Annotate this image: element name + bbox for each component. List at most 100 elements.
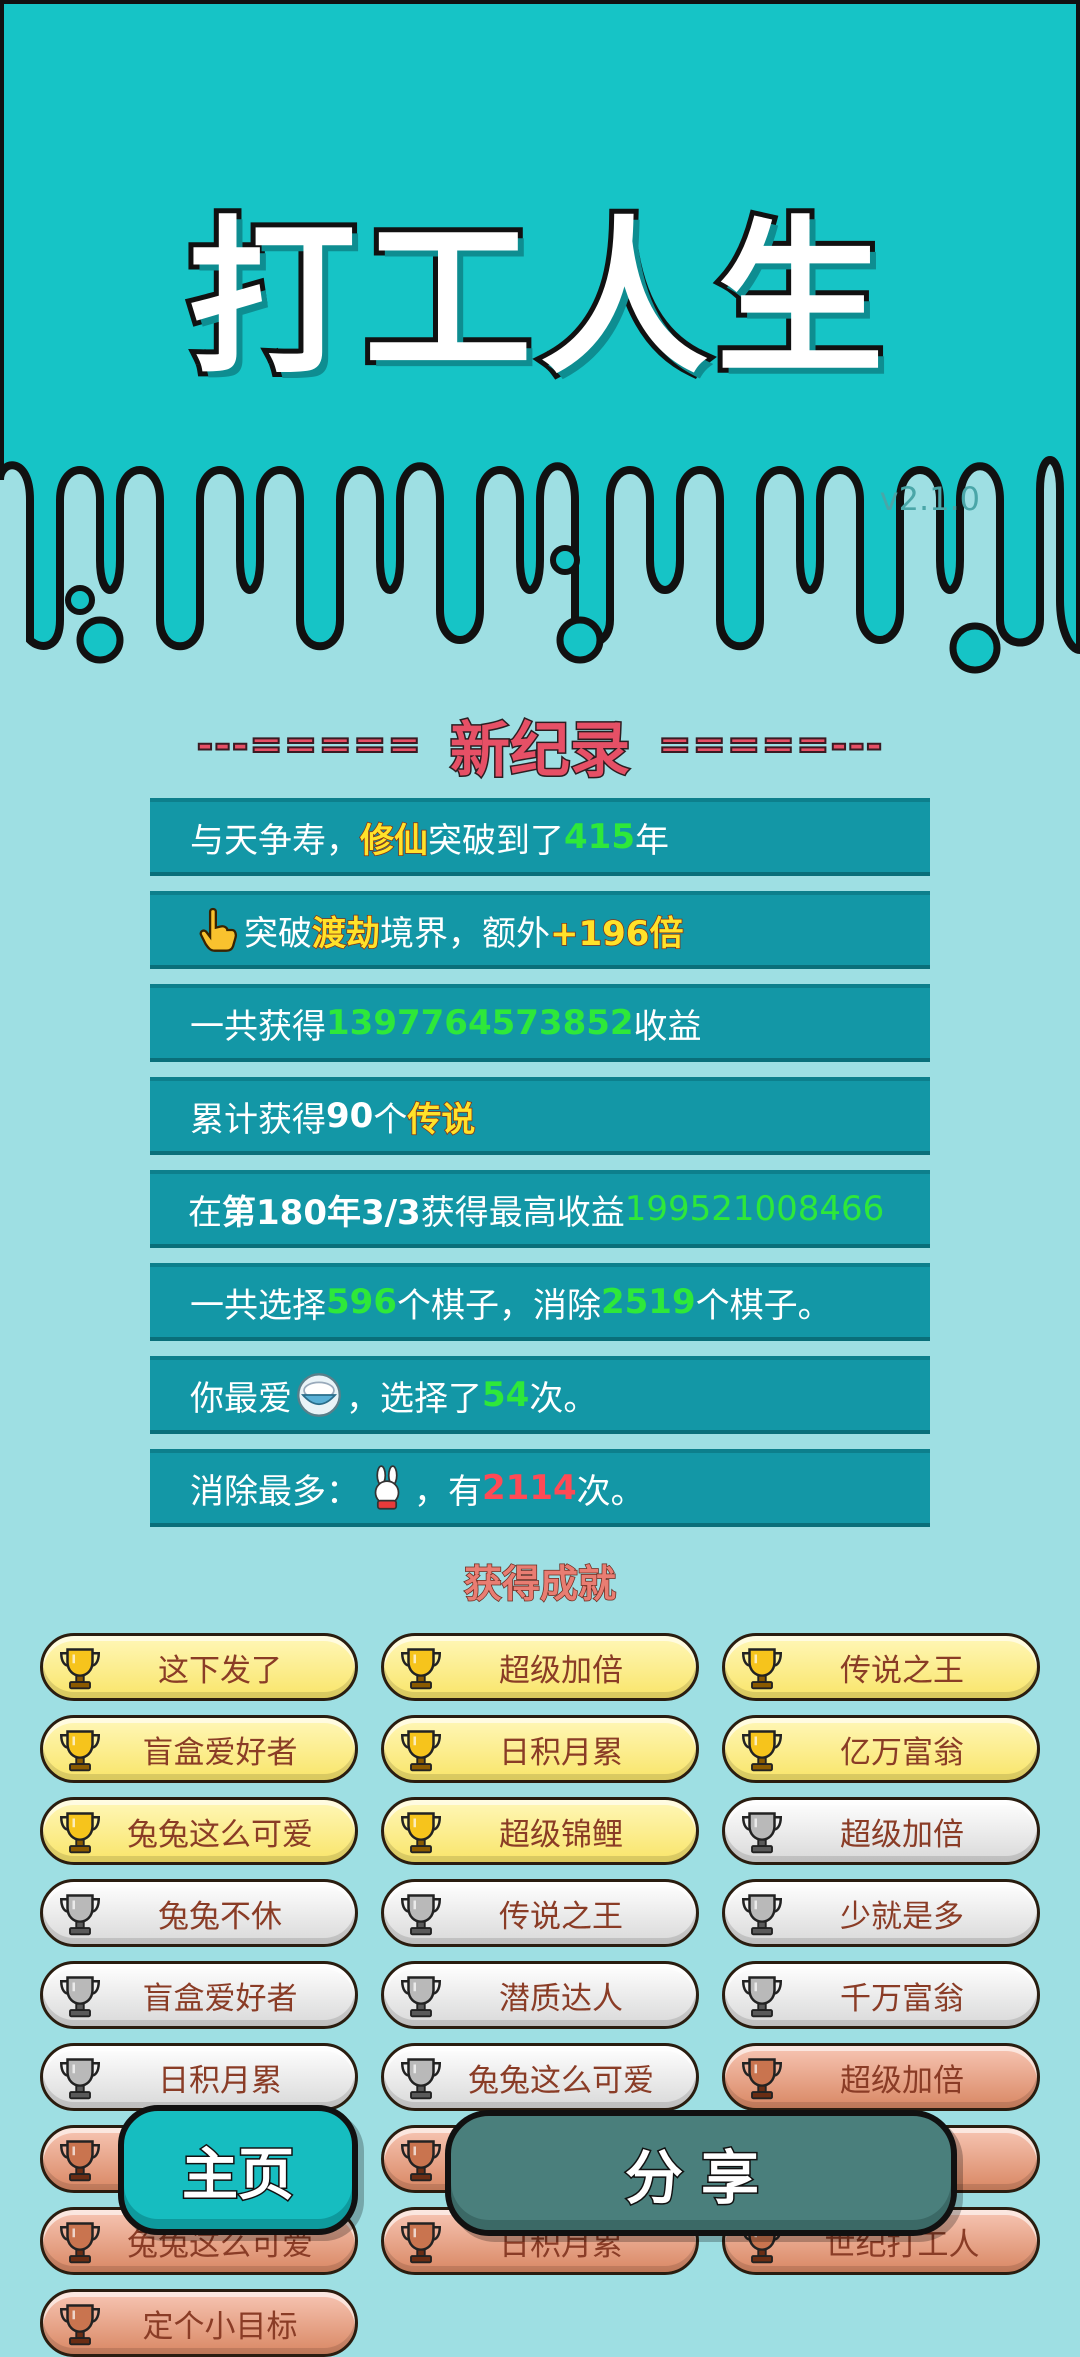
stat-text: 消除最多： — [190, 1471, 360, 1512]
stat-text: 一共选择 — [190, 1285, 326, 1326]
stat-row-total-earnings: 一共获得 1397764573852 收益 — [150, 984, 930, 1062]
achievement-badge: 兔兔这么可爱 — [381, 2043, 699, 2111]
trophy-icon — [400, 2058, 442, 2100]
stat-row-pieces: 一共选择 596 个棋子，消除 2519 个棋子。 — [150, 1263, 930, 1341]
right-dash-decoration: =====--- — [657, 721, 884, 769]
achievement-badge: 传说之王 — [381, 1879, 699, 1947]
stat-value: 2519 — [600, 1282, 696, 1322]
achievements-grid: 这下发了 超级加倍 传说之王 盲盒爱好者 日积月累 亿万富翁 兔兔这么可爱 超级锦鲤 超级加倍兔… — [40, 1633, 1040, 2357]
rice-bowl-icon — [297, 1373, 341, 1417]
share-button[interactable]: 分享 — [445, 2110, 957, 2236]
stats-list: 与天争寿， 修仙 突破到了 415 年 突破 渡劫 境界，额外 +196倍 一共获得 13977… — [150, 798, 930, 1542]
achievement-label: 兔兔这么可爱 — [468, 2062, 654, 2099]
stat-text: 突破 — [244, 913, 312, 954]
trophy-icon — [59, 2140, 101, 2182]
achievement-badge: 日积月累 — [381, 1715, 699, 1783]
stat-text: ，有 — [414, 1471, 482, 1512]
trophy-icon — [59, 1812, 101, 1854]
trophy-icon — [59, 1976, 101, 2018]
share-button-label: 分享 — [623, 2143, 777, 2214]
achievement-badge: 定个小目标 — [40, 2289, 358, 2357]
stat-text: 个棋子。 — [695, 1285, 832, 1326]
achievement-label: 亿万富翁 — [840, 1734, 964, 1771]
achievement-label: 超级加倍 — [840, 1816, 964, 1853]
stat-highlight: 传说 — [407, 1099, 477, 1141]
stat-row-realm: 突破 渡劫 境界，额外 +196倍 — [150, 891, 930, 969]
achievement-badge: 日积月累 — [40, 2043, 358, 2111]
achievement-label: 超级加倍 — [499, 1652, 623, 1689]
stat-year: 第180年3/3 — [222, 1192, 421, 1233]
stat-value: 1397764573852 — [326, 1003, 634, 1043]
trophy-icon — [400, 1894, 442, 1936]
trophy-icon — [400, 2140, 442, 2182]
achievement-badge: 潜质达人 — [381, 1961, 699, 2029]
achievement-label: 定个小目标 — [142, 2308, 298, 2345]
stat-text: 突破到了 — [428, 820, 564, 861]
stat-value: 415 — [564, 817, 635, 857]
trophy-icon — [400, 1730, 442, 1772]
achievement-label: 千万富翁 — [840, 1980, 964, 2017]
achievement-badge: 超级加倍 — [722, 1797, 1040, 1865]
stat-text: 获得最高收益 — [420, 1192, 625, 1233]
record-heading: ---===== 新纪录 =====--- — [0, 705, 1080, 787]
achievement-label: 这下发了 — [158, 1652, 282, 1689]
achievement-label: 超级锦鲤 — [499, 1816, 623, 1853]
trophy-icon — [59, 1894, 101, 1936]
stat-value: 90 — [326, 1096, 374, 1136]
achievement-badge: 盲盒爱好者 — [40, 1715, 358, 1783]
achievement-label: 盲盒爱好者 — [142, 1980, 298, 2017]
stat-text: 个 — [373, 1099, 408, 1140]
achievement-label: 兔兔这么可爱 — [127, 1816, 313, 1853]
stat-text: 累计获得 — [190, 1099, 326, 1140]
record-title: 新纪录 — [449, 714, 632, 787]
home-button-label: 主页 — [181, 2141, 296, 2209]
achievement-label: 日积月累 — [158, 2062, 282, 2099]
stat-text: 与天争寿， — [190, 820, 360, 861]
version-label: v2.1.0 — [879, 480, 980, 518]
achievement-badge: 超级加倍 — [381, 1633, 699, 1701]
achievement-label: 兔兔不休 — [158, 1898, 282, 1935]
stat-text: 次。 — [576, 1471, 645, 1512]
achievement-badge: 少就是多 — [722, 1879, 1040, 1947]
trophy-icon — [741, 1648, 783, 1690]
stat-text: 在 — [188, 1192, 222, 1233]
stat-row-favorite: 你最爱 ，选择了 54 次。 — [150, 1356, 930, 1434]
trophy-icon — [59, 2304, 101, 2346]
rabbit-icon — [374, 1465, 400, 1510]
trophy-icon — [400, 1812, 442, 1854]
stat-value: 199521008466 — [624, 1189, 885, 1229]
trophy-icon — [59, 2222, 101, 2264]
trophy-icon — [400, 1976, 442, 2018]
achievement-label: 少就是多 — [840, 1898, 964, 1935]
stat-text: 次。 — [529, 1378, 598, 1419]
stat-text: 个棋子，消除 — [396, 1285, 601, 1326]
achievement-badge: 传说之王 — [722, 1633, 1040, 1701]
achievement-badge: 兔兔这么可爱 — [40, 1797, 358, 1865]
stat-text: 收益 — [633, 1006, 702, 1047]
achievement-badge: 千万富翁 — [722, 1961, 1040, 2029]
achievement-badge: 盲盒爱好者 — [40, 1961, 358, 2029]
stat-text: 你最爱 — [190, 1378, 292, 1419]
stat-row-most-eliminated: 消除最多： ，有 2114 次。 — [150, 1449, 930, 1527]
stat-text: ，选择了 — [346, 1378, 482, 1419]
stat-row-max-earning: 在 第180年3/3 获得最高收益 199521008466 — [150, 1170, 930, 1248]
stat-value: +196倍 — [549, 913, 684, 955]
stat-text: 境界，额外 — [380, 913, 550, 954]
achievement-label: 盲盒爱好者 — [142, 1734, 298, 1771]
stat-value: 54 — [482, 1375, 530, 1415]
achievement-label: 潜质达人 — [499, 1980, 623, 2017]
achievement-badge: 超级加倍 — [722, 2043, 1040, 2111]
achievement-label: 传说之王 — [840, 1652, 964, 1689]
left-dash-decoration: ---===== — [196, 721, 422, 769]
trophy-icon — [741, 1812, 783, 1854]
home-button[interactable]: 主页 — [118, 2105, 358, 2235]
achievements-title: 获得成就 — [463, 1561, 617, 1607]
stat-highlight: 渡劫 — [311, 913, 381, 955]
trophy-icon — [741, 1894, 783, 1936]
stat-row-lifespan: 与天争寿， 修仙 突破到了 415 年 — [150, 798, 930, 876]
achievement-badge: 兔兔不休 — [40, 1879, 358, 1947]
achievement-label: 传说之王 — [499, 1898, 623, 1935]
trophy-icon — [741, 2058, 783, 2100]
trophy-icon — [741, 1730, 783, 1772]
trophy-icon — [59, 1648, 101, 1690]
